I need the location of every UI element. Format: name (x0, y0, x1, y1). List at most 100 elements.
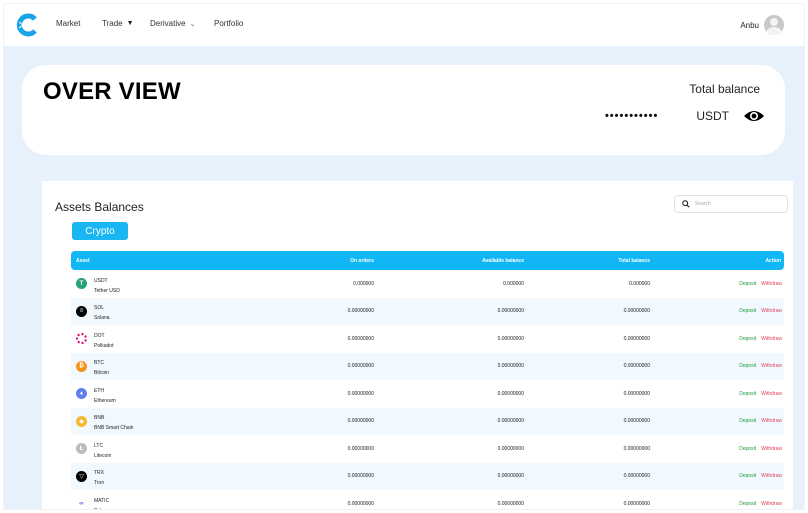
coin-names: TRX Tron (94, 466, 104, 486)
usdt-coin-icon: T (76, 278, 87, 290)
table-header: Asset On orders Available balance Total … (71, 251, 784, 270)
on-orders-value: 0.00000000 (347, 445, 374, 452)
matic-coin-icon: ∞ (79, 500, 84, 507)
asset-cell: ♦ ETH Ethereum (71, 384, 251, 404)
asset-symbol: ETH (94, 387, 104, 394)
withdraw-link[interactable]: Withdraw (761, 363, 782, 369)
asset-cell: Ł LTC Litecoin (71, 439, 251, 459)
eth-coin-icon: ♦ (76, 388, 87, 400)
table-row: ∞ MATIC Polygon 0.00000000 0.00000000 0.00000… (71, 490, 784, 509)
balance-currency: USDT (696, 109, 729, 123)
assets-table: Asset On orders Available balance Total … (71, 251, 784, 509)
deposit-link[interactable]: Deposit (739, 363, 756, 369)
eye-icon[interactable] (743, 109, 765, 123)
asset-cell: T USDT Tether USD (71, 274, 251, 294)
on-orders-value: 0.00000000 (347, 390, 374, 397)
available-balance-value: 0.00000000 (497, 418, 524, 425)
balance-row: ••••••••••• USDT (605, 109, 765, 123)
deposit-link[interactable]: Deposit (739, 336, 756, 342)
on-orders-value: 0.00000000 (347, 335, 374, 342)
asset-symbol: LTC (94, 442, 104, 449)
action-cell: Deposit Withdraw (650, 281, 784, 287)
coin-names: SOL Solana (94, 301, 110, 321)
asset-name: Tron (94, 480, 105, 487)
action-cell: Deposit Withdraw (650, 308, 784, 314)
available-balance-value: 0.00000000 (497, 445, 524, 452)
nav-market[interactable]: Market (56, 19, 80, 28)
asset-symbol: USDT (94, 277, 108, 284)
deposit-link[interactable]: Deposit (739, 446, 756, 452)
search-input[interactable] (695, 201, 775, 207)
total-balance-value: 0.00000000 (623, 500, 650, 507)
masked-balance: ••••••••••• (604, 110, 659, 122)
withdraw-link[interactable]: Withdraw (761, 418, 782, 424)
column-total-balance: Total balance (618, 257, 650, 264)
total-balance-value: 0.00000000 (623, 473, 650, 480)
asset-name: Bitcoin (94, 370, 110, 377)
tab-crypto[interactable]: Crypto (72, 222, 128, 240)
caret-down-icon: ▼ (126, 20, 134, 27)
coin-names: LTC Litecoin (94, 439, 111, 459)
chevron-down-icon: ⌄ (189, 20, 196, 28)
available-balance-value: 0.00000000 (497, 308, 524, 315)
deposit-link[interactable]: Deposit (739, 501, 756, 507)
column-on-orders: On orders (350, 257, 374, 264)
deposit-link[interactable]: Deposit (739, 418, 756, 424)
nav-trade[interactable]: Trade ▼ (102, 19, 134, 28)
search-icon (682, 200, 690, 208)
coin-names: MATIC Polygon (94, 494, 112, 509)
deposit-link[interactable]: Deposit (739, 473, 756, 479)
asset-name: Tether USD (94, 287, 120, 294)
table-row: ≡ SOL Solana 0.00000000 0.00000000 0.00000000… (71, 297, 784, 325)
total-balance-value: 0.00000000 (623, 308, 650, 315)
total-balance-value: 0.00000000 (623, 390, 650, 397)
withdraw-link[interactable]: Withdraw (761, 308, 782, 314)
withdraw-link[interactable]: Withdraw (761, 501, 782, 507)
total-balance-value: 0.000000 (629, 280, 650, 287)
search-box[interactable] (674, 195, 788, 213)
table-row: ◆ BNB BNB Smart Chain 0.00000000 0.00000000 0… (71, 407, 784, 435)
asset-name: Polkadot (94, 342, 114, 349)
available-balance-value: 0.00000000 (497, 363, 524, 370)
action-cell: Deposit Withdraw (650, 418, 784, 424)
nav-derivative[interactable]: Derivative ⌄ (150, 19, 195, 28)
asset-symbol: TRX (94, 470, 104, 477)
app-frame: Market Trade ▼ Derivative ⌄ Portfolio An… (3, 3, 805, 510)
withdraw-link[interactable]: Withdraw (761, 281, 782, 287)
available-balance-value: 0.00000000 (497, 335, 524, 342)
deposit-link[interactable]: Deposit (739, 281, 756, 287)
withdraw-link[interactable]: Withdraw (761, 391, 782, 397)
total-balance-label: Total balance (689, 82, 760, 96)
coin-names: ETH Ethereum (94, 384, 116, 404)
withdraw-link[interactable]: Withdraw (761, 473, 782, 479)
withdraw-link[interactable]: Withdraw (761, 446, 782, 452)
top-navigation: Market Trade ▼ Derivative ⌄ Portfolio An… (4, 4, 804, 46)
withdraw-link[interactable]: Withdraw (761, 336, 782, 342)
column-available-balance: Available balance (482, 257, 524, 264)
asset-cell: ∞ MATIC Polygon (71, 494, 251, 509)
action-cell: Deposit Withdraw (650, 446, 784, 452)
deposit-link[interactable]: Deposit (739, 308, 756, 314)
column-asset: Asset (76, 257, 90, 264)
asset-cell: ₿ BTC Bitcoin (71, 356, 251, 376)
table-row: Ł LTC Litecoin 0.00000000 0.00000000 0.000000… (71, 435, 784, 463)
user-menu[interactable]: Anbu (740, 15, 784, 35)
total-balance-value: 0.00000000 (623, 363, 650, 370)
asset-symbol: MATIC (94, 497, 110, 504)
available-balance-value: 0.00000000 (497, 473, 524, 480)
logo-icon[interactable] (16, 13, 38, 37)
coin-names: BTC Bitcoin (94, 356, 109, 376)
action-cell: Deposit Withdraw (650, 336, 784, 342)
assets-balances-card: Assets Balances Crypto Asset On orders A… (42, 181, 793, 509)
asset-cell: ≡ SOL Solana (71, 301, 251, 321)
overview-card: OVER VIEW Total balance ••••••••••• USDT (22, 65, 785, 155)
action-cell: Deposit Withdraw (650, 501, 784, 507)
asset-name: Polygon (94, 508, 112, 509)
deposit-link[interactable]: Deposit (739, 391, 756, 397)
nav-portfolio[interactable]: Portfolio (214, 19, 243, 28)
sol-coin-icon: ≡ (76, 305, 87, 317)
table-row: T USDT Tether USD 0.000000 0.000000 0.000000 D… (71, 270, 784, 298)
dot-coin-icon (76, 333, 87, 345)
on-orders-value: 0.00000000 (347, 308, 374, 315)
available-balance-value: 0.00000000 (497, 390, 524, 397)
